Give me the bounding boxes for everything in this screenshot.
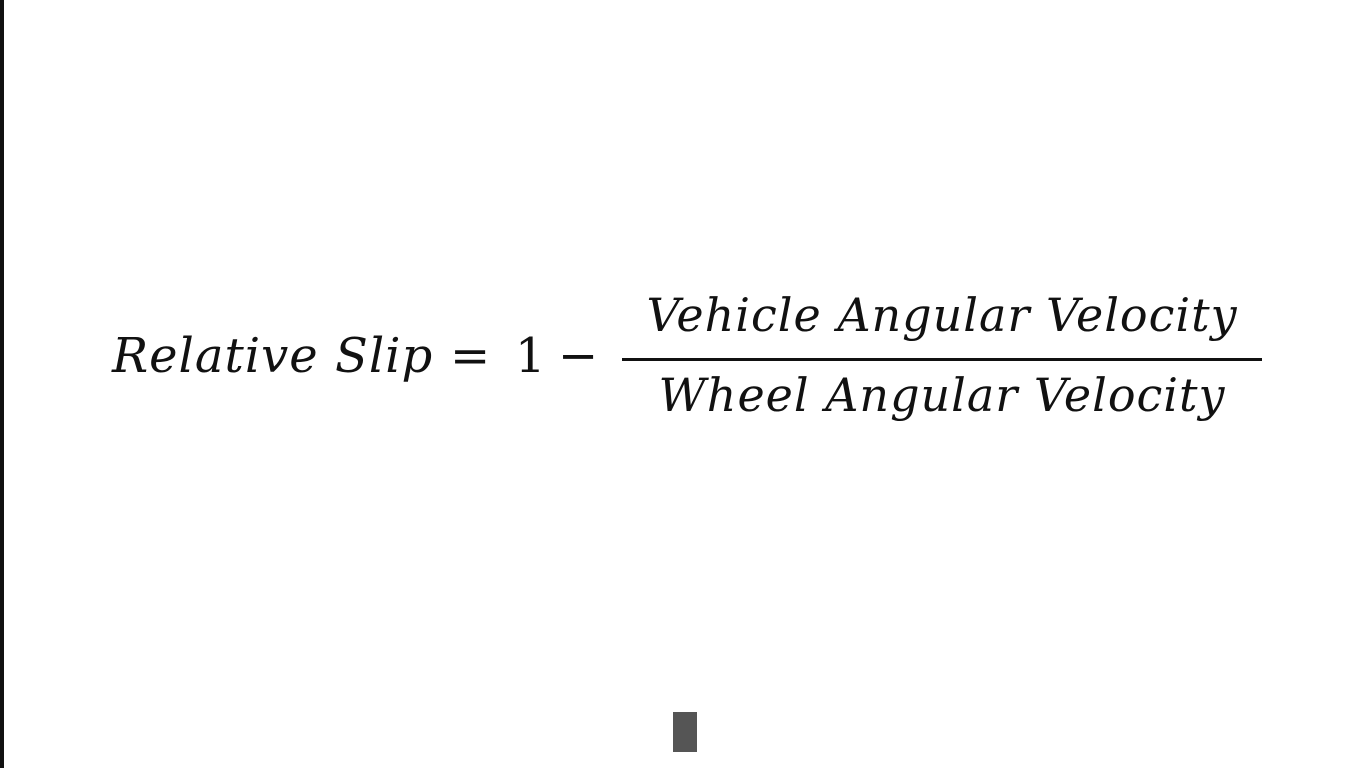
equation-lhs: Relative Slip xyxy=(112,328,434,384)
left-edge-bar xyxy=(0,0,4,768)
velocity-fraction: Vehicle Angular Velocity Wheel Angular V… xyxy=(622,288,1262,428)
minus-sign: − xyxy=(558,328,599,384)
slide-screen: Relative Slip = 1 − Vehicle Angular Velo… xyxy=(0,0,1366,768)
fraction-numerator: Vehicle Angular Velocity xyxy=(646,288,1238,342)
fraction-bar xyxy=(622,358,1262,361)
constant-one: 1 xyxy=(515,328,546,384)
cursor-block xyxy=(673,712,697,752)
equals-sign: = xyxy=(450,328,491,384)
relative-slip-equation: Relative Slip = 1 − Vehicle Angular Velo… xyxy=(112,288,1262,428)
fraction-denominator: Wheel Angular Velocity xyxy=(658,368,1226,422)
